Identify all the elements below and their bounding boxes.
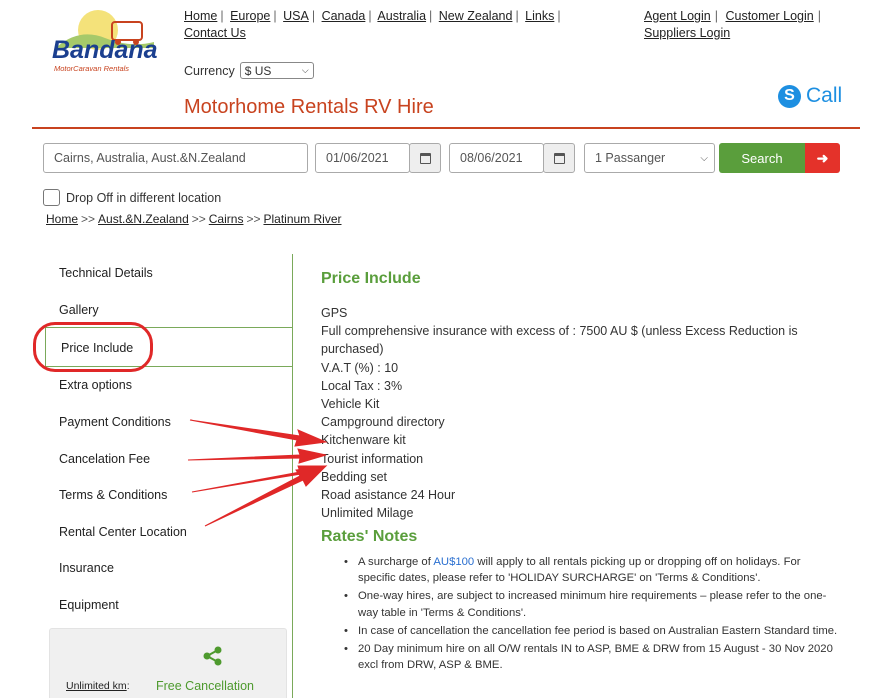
annotation-arrow: [187, 448, 327, 464]
chevron-down-icon: ⌵: [700, 152, 708, 164]
pickup-calendar-button[interactable]: [409, 143, 441, 173]
breadcrumb: Home >> Aust.&N.Zealand >> Cairns >> Platinum …: [46, 212, 342, 226]
sidebar-item-technical-details[interactable]: Technical Details: [59, 266, 153, 280]
rates-note-item: A surcharge of AU$100 will apply to all …: [341, 554, 841, 586]
rates-note-item: In case of cancellation the cancellation…: [341, 623, 841, 639]
free-cancellation-panel: Unlimited km: Free Cancellation: [49, 628, 287, 698]
nav-new-zealand[interactable]: New Zealand: [439, 9, 513, 23]
nav-europe[interactable]: Europe: [230, 9, 270, 23]
breadcrumb-sep: >>: [191, 212, 206, 226]
bandana-logo[interactable]: Bandana MotorCaravan Rentals: [50, 8, 160, 76]
annotation-highlight-ring: [33, 322, 153, 372]
sidebar-item-payment-conditions[interactable]: Payment Conditions: [59, 415, 171, 429]
price-include-line: Campground directory: [321, 415, 445, 430]
price-include-line: Unlimited Milage: [321, 506, 414, 521]
dropoff-different-location: Drop Off in different location: [43, 189, 221, 206]
note-text: A surcharge of: [358, 556, 434, 568]
top-navigation: Home | Europe | USA | Canada | Australia | Ne…: [184, 9, 561, 40]
page-title: Motorhome Rentals RV Hire: [184, 96, 434, 118]
dropoff-label: Drop Off in different location: [66, 190, 222, 205]
price-include-line: Full comprehensive insurance with excess…: [321, 324, 798, 357]
breadcrumb-home[interactable]: Home: [46, 212, 78, 226]
share-icon[interactable]: [202, 645, 224, 667]
pickup-date-input[interactable]: 01/06/2021: [315, 143, 410, 173]
unlimited-km-label: Unlimited km:: [66, 680, 130, 692]
calendar-icon: [553, 152, 565, 164]
logo-subtext: MotorCaravan Rentals: [54, 64, 130, 73]
breadcrumb-sep: >>: [81, 212, 96, 226]
currency-label: Currency: [184, 63, 235, 78]
price-include-title: Price Include: [321, 270, 421, 287]
sidebar-divider: [292, 254, 293, 698]
price-include-line: GPS: [321, 306, 348, 320]
arrow-right-icon: ➜: [805, 143, 840, 173]
price-include-line: Tourist information: [321, 451, 424, 466]
nav-contact-us[interactable]: Contact Us: [184, 26, 246, 40]
passenger-value: 1 Passanger: [595, 151, 666, 165]
breadcrumb-region[interactable]: Aust.&N.Zealand: [98, 212, 189, 226]
price-include-line: V.A.T (%) : 10: [321, 360, 399, 375]
rates-notes-title: Rates' Notes: [321, 528, 418, 545]
logo-text: Bandana: [52, 36, 158, 64]
call-label: Call: [806, 84, 843, 107]
dropoff-calendar-button[interactable]: [543, 143, 575, 173]
dropoff-date-input[interactable]: 08/06/2021: [449, 143, 544, 173]
location-input[interactable]: Cairns, Australia, Aust.&N.Zealand: [43, 143, 308, 173]
nav-usa[interactable]: USA: [283, 9, 309, 23]
header-divider: [32, 127, 860, 129]
login-links: Agent Login | Customer Login | Suppliers L…: [644, 9, 821, 40]
calendar-icon: [419, 152, 431, 164]
price-include-line: Bedding set: [321, 469, 388, 484]
unlimited-km-text: Unlimited km: [66, 680, 127, 692]
rates-note-item: 20 Day minimum hire on all O/W rentals I…: [341, 641, 841, 673]
search-button[interactable]: Search ➜: [719, 143, 840, 173]
annotation-arrow: [204, 465, 328, 527]
breadcrumb-sep: >>: [246, 212, 261, 226]
sidebar-item-extra-options[interactable]: Extra options: [59, 378, 132, 392]
skype-call-button[interactable]: S Call: [778, 84, 842, 108]
price-include-line: Kitchenware kit: [321, 433, 406, 448]
price-include-list: GPS Full comprehensive insurance with ex…: [321, 304, 821, 522]
skype-icon: S: [778, 84, 801, 108]
sidebar-item-gallery[interactable]: Gallery: [59, 303, 99, 317]
nav-links[interactable]: Links: [525, 9, 554, 23]
free-cancellation-label: Free Cancellation: [156, 679, 254, 693]
currency-selector: Currency $ US ⌵: [184, 62, 314, 79]
chevron-down-icon: ⌵: [301, 65, 309, 75]
sidebar-item-insurance[interactable]: Insurance: [59, 561, 114, 575]
annotation-arrow: [189, 419, 328, 447]
currency-dropdown[interactable]: $ US ⌵: [239, 62, 314, 79]
price-include-line: Road asistance 24 Hour: [321, 488, 456, 503]
price-include-line: Vehicle Kit: [321, 397, 380, 412]
nav-australia[interactable]: Australia: [377, 9, 426, 23]
dropoff-date-value: 08/06/2021: [460, 151, 523, 165]
nav-canada[interactable]: Canada: [322, 9, 366, 23]
agent-login-link[interactable]: Agent Login: [644, 9, 711, 23]
nav-home[interactable]: Home: [184, 9, 217, 23]
rates-notes-list: A surcharge of AU$100 will apply to all …: [341, 554, 841, 675]
sidebar-item-rental-center-location[interactable]: Rental Center Location: [59, 525, 187, 539]
dropoff-checkbox[interactable]: [43, 189, 60, 206]
sidebar-item-terms-conditions[interactable]: Terms & Conditions: [59, 488, 167, 502]
suppliers-login-link[interactable]: Suppliers Login: [644, 26, 730, 40]
passenger-select[interactable]: 1 Passanger ⌵: [584, 143, 715, 173]
sidebar-item-equipment[interactable]: Equipment: [59, 598, 119, 612]
search-label: Search: [719, 143, 805, 173]
sidebar-item-cancelation-fee[interactable]: Cancelation Fee: [59, 452, 150, 466]
breadcrumb-vehicle[interactable]: Platinum River: [263, 212, 341, 226]
pickup-date-value: 01/06/2021: [326, 151, 389, 165]
main-content: Price Include GPS Full comprehensive ins…: [321, 270, 841, 671]
breadcrumb-city[interactable]: Cairns: [209, 212, 244, 226]
annotation-arrow: [191, 465, 327, 493]
price-include-line: Local Tax : 3%: [321, 378, 403, 393]
rates-note-item: One-way hires, are subject to increased …: [341, 588, 841, 620]
location-value: Cairns, Australia, Aust.&N.Zealand: [54, 151, 246, 165]
surcharge-amount: AU$100: [433, 556, 475, 568]
customer-login-link[interactable]: Customer Login: [725, 9, 813, 23]
currency-value: $ US: [244, 63, 272, 78]
